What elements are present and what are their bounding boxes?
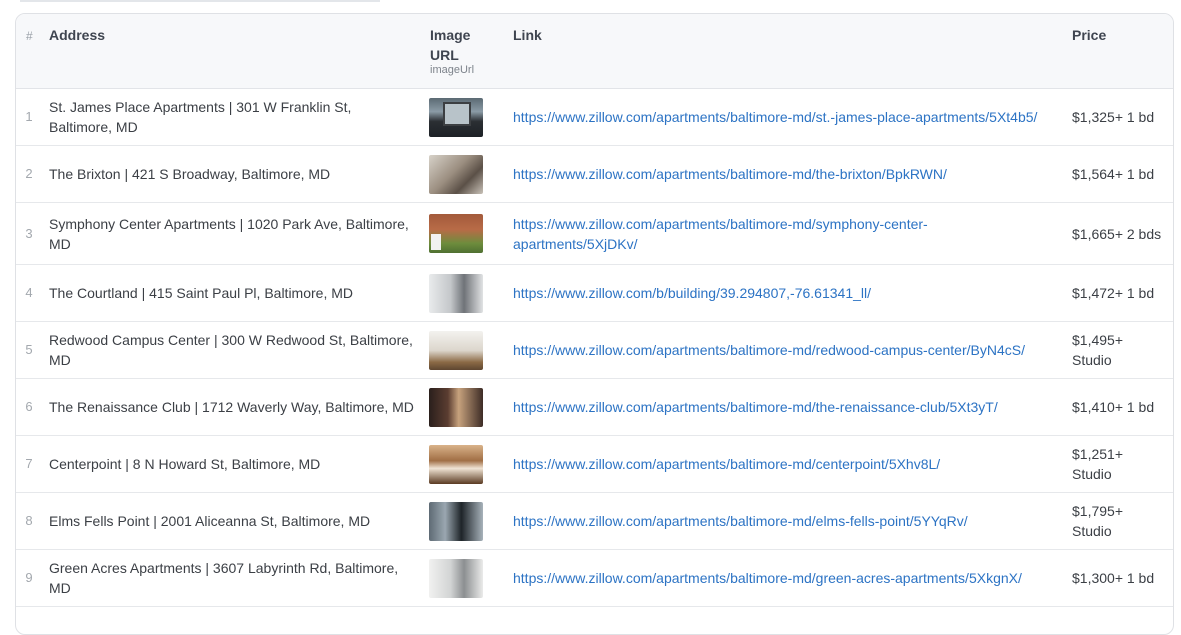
- listing-link[interactable]: https://www.zillow.com/apartments/baltim…: [513, 146, 1063, 202]
- address-cell: The Renaissance Club | 1712 Waverly Way,…: [49, 399, 414, 415]
- header-image-subkey: imageUrl: [430, 64, 475, 76]
- row-index: 9: [25, 570, 33, 585]
- row-index: 3: [25, 225, 33, 241]
- property-thumbnail[interactable]: [429, 558, 483, 598]
- table-row: 6 The Renaissance Club | 1712 Waverly Wa…: [16, 379, 1173, 436]
- top-divider: [20, 0, 380, 2]
- property-thumbnail[interactable]: [429, 501, 483, 541]
- table-row: 5 Redwood Campus Center | 300 W Redwood …: [16, 322, 1173, 379]
- image-cell: [429, 322, 483, 378]
- address-cell: St. James Place Apartments | 301 W Frank…: [49, 99, 352, 135]
- price-cell: $1,472+ 1 bd: [1072, 285, 1155, 301]
- price-cell: $1,795+ Studio: [1072, 503, 1123, 539]
- row-index: 2: [25, 166, 33, 181]
- property-thumbnail[interactable]: [429, 387, 483, 427]
- image-cell: [429, 265, 483, 321]
- image-cell: [429, 89, 483, 145]
- row-index: 7: [25, 456, 33, 471]
- results-table: # Address Image URL imageUrl Link Price …: [15, 13, 1174, 635]
- image-cell: [429, 550, 483, 606]
- address-cell: Centerpoint | 8 N Howard St, Baltimore, …: [49, 456, 321, 472]
- address-cell: Green Acres Apartments | 3607 Labyrinth …: [49, 560, 399, 596]
- listing-link[interactable]: https://www.zillow.com/apartments/baltim…: [513, 379, 1063, 435]
- address-cell: The Courtland | 415 Saint Paul Pl, Balti…: [49, 285, 354, 301]
- price-cell: $1,325+ 1 bd: [1072, 109, 1155, 125]
- image-cell: [429, 493, 483, 549]
- address-cell: The Brixton | 421 S Broadway, Baltimore,…: [49, 166, 331, 182]
- listing-link[interactable]: https://www.zillow.com/apartments/baltim…: [513, 550, 1063, 606]
- property-thumbnail[interactable]: [429, 214, 483, 253]
- price-cell: $1,495+ Studio: [1072, 332, 1123, 368]
- header-index: #: [26, 29, 33, 43]
- image-cell: [429, 146, 483, 202]
- table-header: # Address Image URL imageUrl Link Price: [16, 14, 1173, 89]
- row-index: 4: [25, 285, 33, 300]
- price-cell: $1,564+ 1 bd: [1072, 166, 1155, 182]
- header-image-url[interactable]: Image URL: [430, 25, 470, 65]
- table-row: 4 The Courtland | 415 Saint Paul Pl, Bal…: [16, 265, 1173, 322]
- price-cell: $1,251+ Studio: [1072, 446, 1123, 482]
- image-cell: [429, 379, 483, 435]
- price-cell: $1,410+ 1 bd: [1072, 399, 1155, 415]
- row-index: 1: [25, 109, 33, 124]
- address-cell: Elms Fells Point | 2001 Aliceanna St, Ba…: [49, 513, 371, 529]
- listing-link[interactable]: https://www.zillow.com/apartments/baltim…: [513, 322, 1063, 378]
- address-cell: Symphony Center Apartments | 1020 Park A…: [49, 215, 409, 252]
- header-image-line1: Image: [430, 27, 471, 43]
- listing-link[interactable]: https://www.zillow.com/apartments/baltim…: [513, 89, 1063, 145]
- image-cell: [429, 436, 483, 492]
- property-thumbnail[interactable]: [429, 273, 483, 313]
- property-thumbnail[interactable]: [429, 154, 483, 194]
- table-row: 9 Green Acres Apartments | 3607 Labyrint…: [16, 550, 1173, 607]
- listing-link[interactable]: https://www.zillow.com/apartments/baltim…: [513, 436, 1063, 492]
- table-row: 3 Symphony Center Apartments | 1020 Park…: [16, 203, 1173, 265]
- property-thumbnail[interactable]: [429, 330, 483, 370]
- table-row: 2 The Brixton | 421 S Broadway, Baltimor…: [16, 146, 1173, 203]
- header-link[interactable]: Link: [513, 25, 542, 45]
- row-index: 6: [25, 399, 33, 414]
- header-image-line2: URL: [430, 47, 459, 63]
- table-row: 7 Centerpoint | 8 N Howard St, Baltimore…: [16, 436, 1173, 493]
- property-thumbnail[interactable]: [429, 97, 483, 137]
- image-cell: [429, 203, 483, 264]
- price-cell: $1,300+ 1 bd: [1072, 570, 1155, 586]
- listing-link[interactable]: https://www.zillow.com/b/building/39.294…: [513, 265, 1063, 321]
- address-cell: Redwood Campus Center | 300 W Redwood St…: [49, 332, 413, 368]
- listing-link[interactable]: https://www.zillow.com/apartments/baltim…: [513, 203, 953, 264]
- listing-link[interactable]: https://www.zillow.com/apartments/baltim…: [513, 493, 1063, 549]
- property-thumbnail[interactable]: [429, 444, 483, 484]
- table-row: 8 Elms Fells Point | 2001 Aliceanna St, …: [16, 493, 1173, 550]
- row-index: 5: [25, 342, 33, 357]
- price-cell: $1,665+ 2 bds: [1072, 225, 1162, 242]
- header-price[interactable]: Price: [1072, 25, 1106, 45]
- header-address[interactable]: Address: [49, 25, 105, 45]
- table-row: 1 St. James Place Apartments | 301 W Fra…: [16, 89, 1173, 146]
- row-index: 8: [25, 513, 33, 528]
